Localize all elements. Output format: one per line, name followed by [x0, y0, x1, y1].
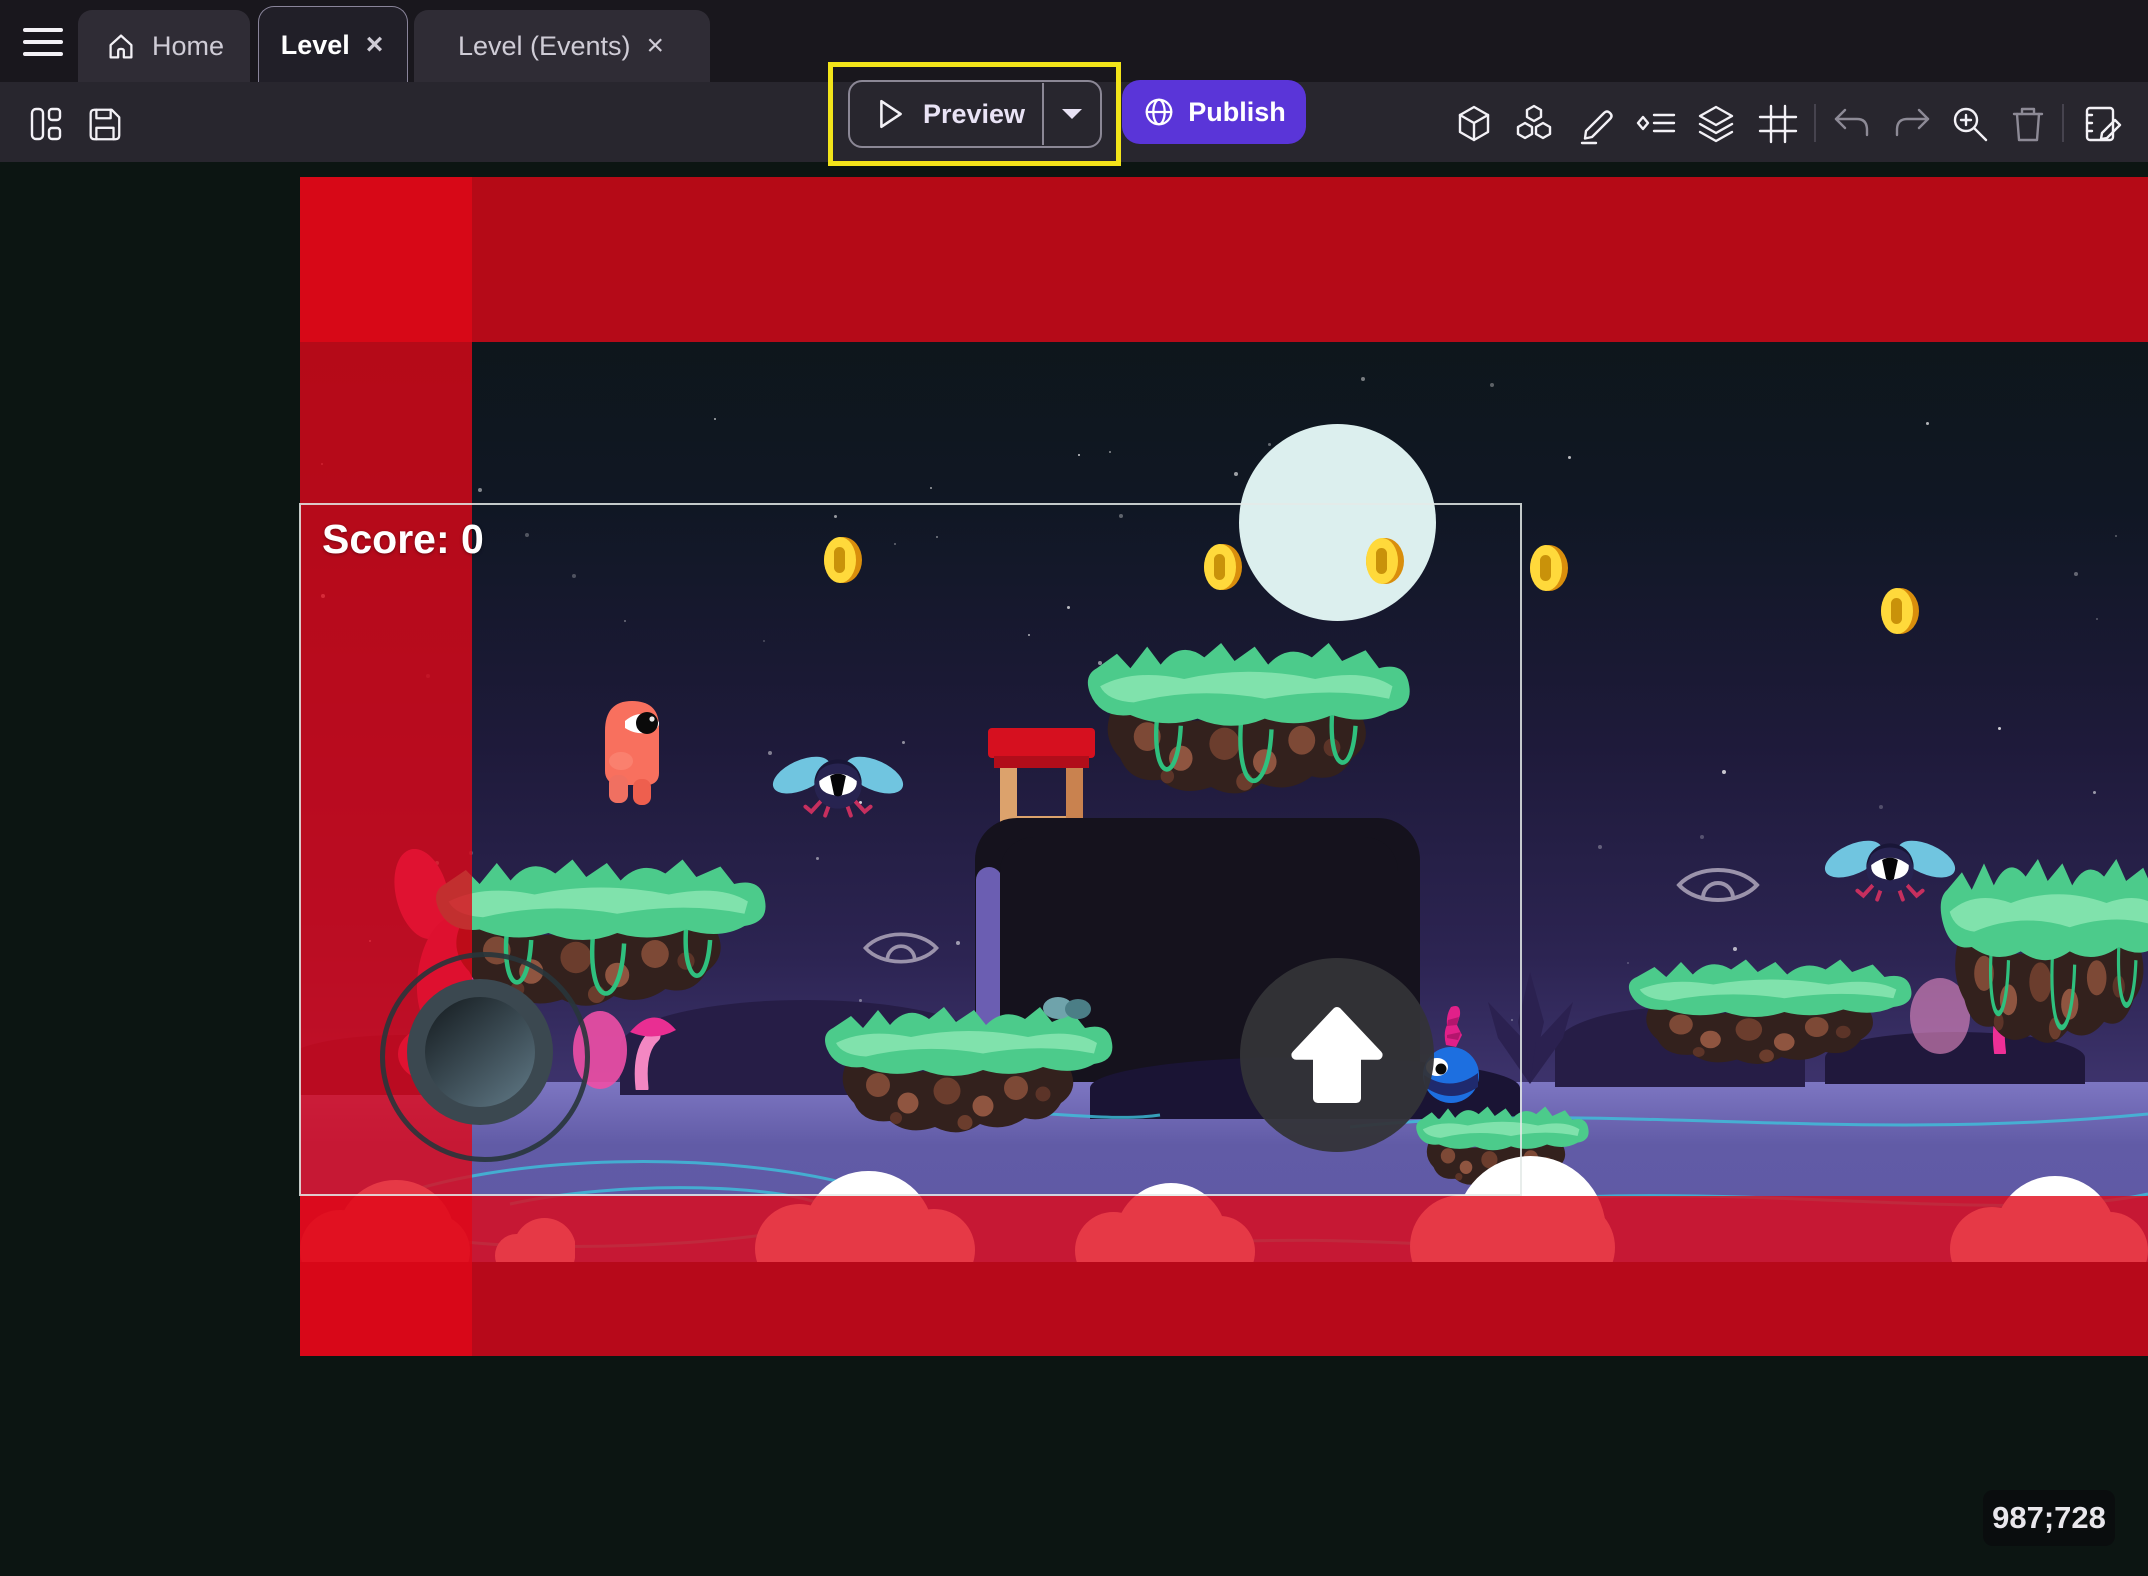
close-icon[interactable]: ×	[364, 30, 386, 60]
publish-label: Publish	[1188, 97, 1286, 128]
object-groups-icon[interactable]	[1512, 102, 1556, 146]
pencil-icon[interactable]	[1576, 102, 1620, 146]
arrow-up-icon	[1277, 995, 1397, 1115]
save-icon[interactable]	[82, 102, 126, 146]
score-text[interactable]: Score: 0	[322, 516, 484, 563]
instances-list-icon[interactable]	[1634, 102, 1678, 146]
cursor-coordinates-badge: 987;728	[1983, 1490, 2115, 1546]
hamburger-menu-icon[interactable]	[20, 22, 66, 62]
app-window: Home Level × Level (Events) × Preview	[0, 0, 2148, 1576]
chevron-down-icon[interactable]	[1044, 106, 1100, 122]
close-icon[interactable]: ×	[645, 31, 667, 61]
tab-home[interactable]: Home	[78, 10, 250, 82]
layout-icon[interactable]	[24, 102, 68, 146]
red-border-top[interactable]	[300, 177, 2148, 342]
trash-icon[interactable]	[2006, 102, 2050, 146]
coordinates-value: 987;728	[1992, 1500, 2106, 1536]
tab-level-events-label: Level (Events)	[458, 31, 631, 62]
joystick-inner	[425, 997, 535, 1107]
home-icon	[104, 29, 138, 63]
preview-button[interactable]: Preview	[848, 80, 1102, 148]
toolbar-divider	[1814, 104, 1816, 142]
scene-editor-canvas[interactable]: Score: 0 987;728	[0, 162, 2148, 1576]
globe-icon	[1142, 95, 1176, 129]
red-border-bottom[interactable]	[300, 1196, 2148, 1356]
toolbar-divider	[2062, 104, 2064, 142]
redo-icon[interactable]	[1890, 102, 1934, 146]
edit-scene-icon[interactable]	[2080, 102, 2128, 146]
undo-icon[interactable]	[1830, 102, 1874, 146]
preview-label: Preview	[906, 99, 1042, 130]
tab-level-events[interactable]: Level (Events) ×	[414, 10, 710, 82]
layers-icon[interactable]	[1694, 102, 1738, 146]
tab-home-label: Home	[152, 31, 224, 62]
jump-button[interactable]	[1240, 958, 1434, 1152]
zoom-in-icon[interactable]	[1948, 102, 1992, 146]
play-icon	[876, 98, 906, 130]
publish-button[interactable]: Publish	[1122, 80, 1306, 144]
tab-level[interactable]: Level ×	[258, 6, 408, 83]
tab-level-label: Level	[281, 30, 350, 61]
grid-icon[interactable]	[1756, 102, 1800, 146]
cube-icon[interactable]	[1452, 102, 1496, 146]
